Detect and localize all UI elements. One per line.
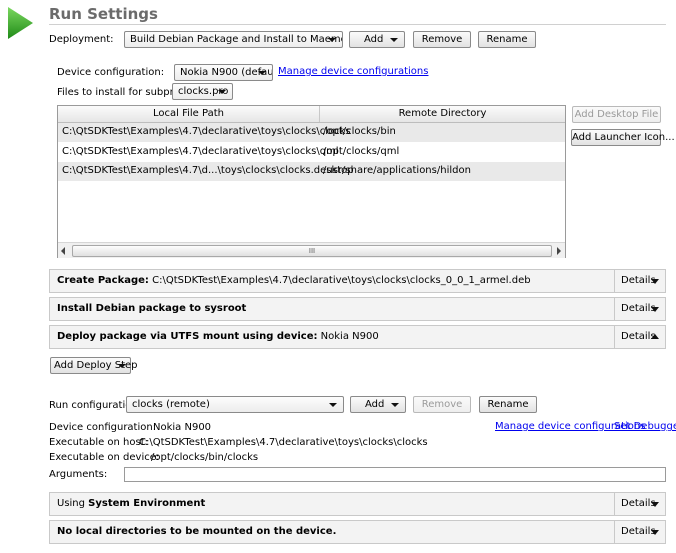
- step-detail: C:\QtSDKTest\Examples\4.7\declarative\to…: [152, 275, 531, 286]
- chevron-down-icon: [328, 38, 336, 42]
- scroll-right-icon[interactable]: [557, 247, 561, 255]
- details-toggle[interactable]: Details: [614, 270, 665, 292]
- column-header-remote[interactable]: Remote Directory: [320, 106, 565, 122]
- host-exec-label: Executable on host:: [49, 437, 149, 448]
- rename-deployment-button[interactable]: Rename: [478, 31, 536, 48]
- chevron-down-icon: [218, 90, 226, 94]
- add-run-config-button[interactable]: Add: [350, 396, 406, 413]
- chevron-down-icon: [651, 279, 659, 284]
- manage-device-link[interactable]: Manage device configurations: [278, 66, 428, 77]
- deployment-method-select[interactable]: Build Debian Package and Install to Maem…: [124, 31, 343, 48]
- scroll-left-icon[interactable]: [61, 247, 65, 255]
- device-exec-label: Executable on device:: [49, 452, 160, 463]
- scroll-thumb[interactable]: III: [72, 245, 552, 257]
- table-row[interactable]: C:\QtSDKTest\Examples\4.7\declarative\to…: [58, 123, 565, 142]
- mount-text: No local directories to be mounted on th…: [57, 526, 337, 537]
- table-row[interactable]: C:\QtSDKTest\Examples\4.7\declarative\to…: [58, 143, 565, 162]
- chevron-down-icon: [390, 38, 398, 42]
- device-config-select[interactable]: Nokia N900 (default): [174, 64, 273, 81]
- local-path-cell: C:\QtSDKTest\Examples\4.7\declarative\to…: [62, 126, 351, 137]
- install-sysroot-step: Install Debian package to sysroot Detail…: [49, 297, 666, 321]
- column-header-local[interactable]: Local File Path: [58, 106, 320, 122]
- create-package-step: Create Package: C:\QtSDKTest\Examples\4.…: [49, 269, 666, 293]
- deployment-label: Deployment:: [49, 34, 114, 45]
- run-config-value: clocks (remote): [132, 399, 210, 410]
- step-title: Deploy package via UTFS mount using devi…: [57, 331, 318, 342]
- local-path-cell: C:\QtSDKTest\Examples\4.7\declarative\to…: [62, 146, 339, 157]
- remote-dir-cell: /opt/clocks/bin: [323, 126, 396, 137]
- step-title: Install Debian package to sysroot: [57, 303, 247, 314]
- add-deploy-step-button[interactable]: Add Deploy Step: [50, 357, 138, 374]
- run-icon: [8, 7, 33, 39]
- chevron-down-icon: [118, 364, 126, 368]
- remote-dir-cell: /opt/clocks/qml: [323, 146, 400, 157]
- horizontal-scrollbar[interactable]: III: [58, 242, 565, 258]
- deployment-method-value: Build Debian Package and Install to Maem…: [130, 34, 342, 45]
- chevron-down-icon: [651, 530, 659, 535]
- local-path-cell: C:\QtSDKTest\Examples\4.7\d...\toys\cloc…: [62, 165, 354, 176]
- chevron-up-icon: [651, 334, 659, 339]
- subproject-select[interactable]: clocks.pro: [172, 83, 233, 100]
- details-toggle[interactable]: Details: [614, 326, 665, 348]
- add-deployment-button[interactable]: Add: [349, 31, 405, 48]
- add-label: Add: [364, 34, 384, 45]
- environment-panel: Using System Environment Details: [49, 492, 666, 516]
- device-config-label: Device configuration:: [57, 67, 165, 78]
- title-divider: [49, 24, 666, 25]
- table-row[interactable]: C:\QtSDKTest\Examples\4.7\d...\toys\cloc…: [58, 162, 565, 181]
- files-table[interactable]: Local File Path Remote Directory C:\QtSD…: [57, 105, 566, 258]
- device-config-label: Device configuration:: [49, 422, 157, 433]
- remote-dir-cell: /usr/share/applications/hildon: [323, 165, 471, 176]
- arguments-input[interactable]: [124, 467, 666, 482]
- remove-deployment-button[interactable]: Remove: [413, 31, 471, 48]
- details-toggle[interactable]: Details: [614, 298, 665, 320]
- step-detail: Nokia N900: [320, 331, 379, 342]
- page-title: Run Settings: [49, 5, 158, 23]
- remove-run-config-button[interactable]: Remove: [413, 396, 471, 413]
- device-exec-value: /opt/clocks/bin/clocks: [151, 452, 259, 463]
- chevron-down-icon: [651, 502, 659, 507]
- device-config-value: Nokia N900: [153, 422, 212, 433]
- host-exec-value: C:\QtSDKTest\Examples\4.7\declarative\to…: [139, 437, 428, 448]
- env-name: System Environment: [88, 498, 206, 509]
- step-title: Create Package:: [57, 275, 149, 286]
- details-toggle[interactable]: Details: [614, 493, 665, 515]
- utfs-deploy-step: Deploy package via UTFS mount using devi…: [49, 325, 666, 349]
- mount-panel: No local directories to be mounted on th…: [49, 520, 666, 544]
- arguments-label: Arguments:: [49, 469, 108, 480]
- add-launcher-icon-button[interactable]: Add Launcher Icon...: [571, 129, 675, 146]
- details-toggle[interactable]: Details: [614, 521, 665, 543]
- set-debugger-link[interactable]: Set Debugger: [614, 421, 676, 432]
- add-desktop-file-button[interactable]: Add Desktop File: [572, 106, 661, 123]
- table-header: Local File Path Remote Directory: [58, 106, 565, 123]
- chevron-down-icon: [258, 71, 266, 75]
- run-config-select[interactable]: clocks (remote): [126, 396, 344, 413]
- env-prefix: Using: [57, 498, 89, 509]
- chevron-down-icon: [651, 307, 659, 312]
- chevron-down-icon: [329, 403, 337, 407]
- rename-run-config-button[interactable]: Rename: [479, 396, 537, 413]
- chevron-down-icon: [391, 403, 399, 407]
- add-label: Add: [365, 399, 385, 410]
